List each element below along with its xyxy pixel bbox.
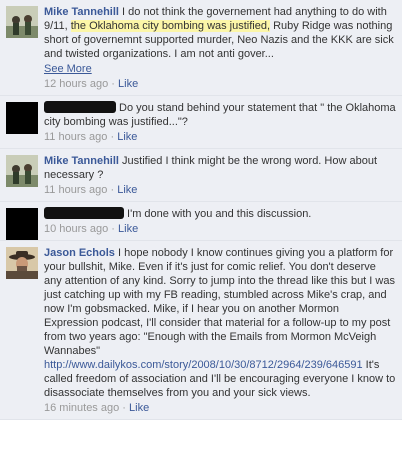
comment-meta: 12 hours ago · Like: [44, 77, 396, 91]
comment-author[interactable]: Jason Echols: [44, 247, 115, 259]
comment-timestamp[interactable]: 11 hours ago: [44, 184, 107, 196]
comment-text: I'm done with you and this discussion.: [124, 208, 312, 220]
like-link[interactable]: Like: [117, 131, 137, 143]
avatar-redacted: [6, 208, 38, 240]
comment-timestamp[interactable]: 12 hours ago: [44, 78, 108, 90]
comment-item: Mike Tannehill I do not think the govern…: [0, 0, 402, 96]
comment-body: Mike Tannehill Justified I think might b…: [44, 154, 396, 182]
avatar-image: [6, 155, 38, 187]
external-link[interactable]: http://www.dailykos.com/story/2008/10/30…: [44, 359, 363, 371]
avatar-image: [6, 247, 38, 279]
meta-separator: ·: [111, 78, 115, 90]
meta-separator: ·: [122, 402, 126, 414]
like-link[interactable]: Like: [118, 78, 138, 90]
like-link[interactable]: Like: [117, 184, 137, 196]
comment-item: Mike Tannehill Justified I think might b…: [0, 149, 402, 202]
comment-body: Do you stand behind your statement that …: [44, 101, 396, 129]
comment-item: Do you stand behind your statement that …: [0, 96, 402, 149]
avatar-redacted: [6, 102, 38, 134]
highlighted-text: the Oklahoma city bombing was justified,: [70, 20, 271, 32]
meta-separator: ·: [110, 184, 115, 196]
comment-timestamp[interactable]: 11 hours ago: [44, 131, 107, 143]
comment-meta: 10 hours ago · Like: [44, 222, 396, 236]
comment-timestamp[interactable]: 16 minutes ago: [44, 402, 119, 414]
comment-author[interactable]: Mike Tannehill: [44, 6, 119, 18]
comment-meta: 16 minutes ago · Like: [44, 401, 396, 415]
avatar-mike-tannehill[interactable]: [6, 155, 38, 187]
comment-body: Mike Tannehill I do not think the govern…: [44, 5, 396, 76]
comment-timestamp[interactable]: 10 hours ago: [44, 223, 108, 235]
comment-author[interactable]: Mike Tannehill: [44, 155, 119, 167]
avatar-mike-tannehill[interactable]: [6, 6, 38, 38]
redacted-author-name: [44, 101, 116, 113]
comment-item: I'm done with you and this discussion. 1…: [0, 202, 402, 241]
avatar-jason-echols[interactable]: [6, 247, 38, 279]
like-link[interactable]: Like: [129, 402, 149, 414]
avatar-image: [6, 208, 38, 240]
meta-separator: ·: [111, 223, 115, 235]
like-link[interactable]: Like: [118, 223, 138, 235]
comment-meta: 11 hours ago · Like: [44, 183, 396, 197]
comment-body: Jason Echols I hope nobody I know contin…: [44, 246, 396, 400]
comment-meta: 11 hours ago · Like: [44, 130, 396, 144]
comment-thread: Mike Tannehill I do not think the govern…: [0, 0, 402, 474]
avatar-image: [6, 102, 38, 134]
comment-item: Jason Echols I hope nobody I know contin…: [0, 241, 402, 420]
comment-text: I hope nobody I know continues giving yo…: [44, 247, 395, 357]
avatar-image: [6, 6, 38, 38]
see-more-link[interactable]: See More: [44, 62, 396, 76]
comment-body: I'm done with you and this discussion.: [44, 207, 396, 221]
redacted-author-name: [44, 207, 124, 219]
meta-separator: ·: [110, 131, 115, 143]
